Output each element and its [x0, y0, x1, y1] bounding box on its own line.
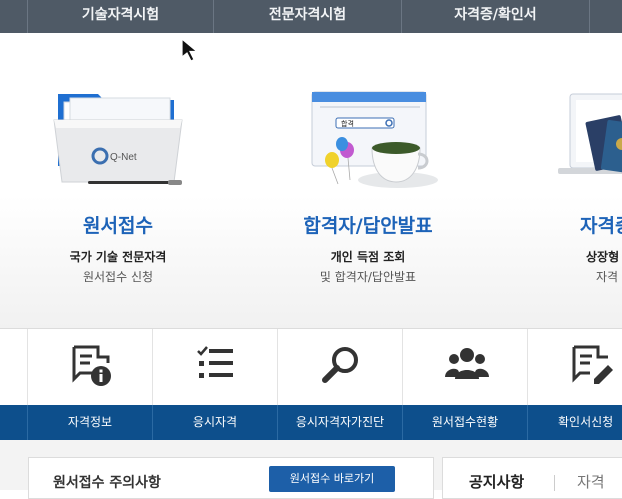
quicklink-label[interactable]: 응시자격 — [153, 405, 278, 440]
quicklink-label-bar: 자격정보 응시자격 응시자격자가진단 원서접수현황 확인서신청 — [0, 405, 622, 440]
top-nav: 기술자격시험 전문자격시험 자격증/확인서 — [0, 0, 622, 33]
browser-cup-illustration-icon: 합격 — [311, 91, 438, 188]
quicklink-certificate-request[interactable] — [528, 329, 622, 405]
quicklink-self-diagnosis[interactable] — [278, 329, 403, 405]
folder-illustration-icon: Q-Net — [53, 94, 183, 185]
labelbar-spacer — [0, 405, 28, 440]
quicklink-label[interactable]: 응시자격자가진단 — [278, 405, 403, 440]
top-nav-spacer — [0, 0, 28, 33]
application-shortcut-button[interactable]: 원서접수 바로가기 — [269, 466, 395, 492]
card-certificate[interactable]: 자격증 상장형 자격 — [548, 33, 622, 328]
iconrow-spacer — [0, 329, 28, 405]
notice-panel: 공지사항 자격 — [442, 457, 622, 499]
card-subtitle: 국가 기술 전문자격 — [69, 250, 167, 264]
tab-notice[interactable]: 공지사항 — [469, 471, 524, 492]
document-info-icon — [72, 345, 111, 386]
laptop-passport-illustration-icon — [558, 93, 622, 175]
card-title[interactable]: 자격증 — [580, 211, 622, 238]
qnet-logo-text: Q-Net — [110, 152, 137, 163]
checklist-icon — [197, 346, 233, 378]
card-subtitle: 상장형 — [586, 250, 620, 264]
quicklink-qualification-info[interactable] — [28, 329, 153, 405]
search-box-text: 합격 — [341, 119, 354, 128]
card-description: 원서접수 신청 — [82, 270, 154, 284]
mouse-cursor-icon — [181, 37, 199, 62]
quicklink-label[interactable]: 자격정보 — [28, 405, 153, 440]
card-title[interactable]: 원서접수 — [18, 211, 218, 238]
hero-section: Q-Net 원서접수 국가 기술 전문자격 원서접수 신청 합격 합격자/답안발… — [0, 33, 622, 329]
card-description: 및 합격자/답안발표 — [319, 270, 417, 284]
application-notice-panel: 원서접수 주의사항 원서접수 바로가기 — [28, 457, 434, 499]
tab-professional-qualification[interactable]: 전문자격시험 — [214, 0, 402, 33]
people-group-icon — [445, 348, 489, 379]
card-description: 자격 — [596, 270, 619, 284]
quicklink-label[interactable]: 확인서신청 — [528, 405, 622, 440]
magnifier-icon — [322, 347, 358, 383]
card-subtitle: 개인 득점 조회 — [330, 250, 406, 264]
tab-technical-qualification[interactable]: 기술자격시험 — [28, 0, 214, 33]
bottom-section: 원서접수 주의사항 원서접수 바로가기 공지사항 자격 — [0, 440, 622, 499]
quicklink-label[interactable]: 원서접수현황 — [403, 405, 528, 440]
quicklink-application-status[interactable] — [403, 329, 528, 405]
document-edit-icon — [572, 345, 613, 384]
quicklink-icon-row — [0, 329, 622, 405]
tab-certificate[interactable]: 자격증/확인서 — [402, 0, 590, 33]
quicklink-eligibility[interactable] — [153, 329, 278, 405]
tab-qualification[interactable]: 자격 — [577, 471, 605, 492]
card-title[interactable]: 합격자/답안발표 — [268, 211, 468, 238]
tab-divider — [554, 475, 555, 491]
panel-title: 원서접수 주의사항 — [53, 475, 161, 491]
